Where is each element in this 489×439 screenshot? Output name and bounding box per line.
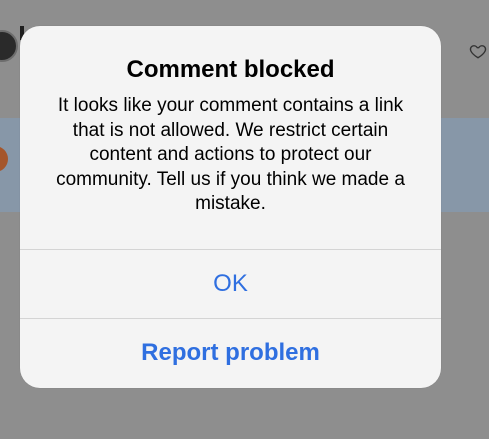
dialog-title: Comment blocked [126, 56, 335, 83]
dialog-message: It looks like your comment contains a li… [56, 95, 405, 214]
report-problem-button[interactable]: Report problem [20, 319, 441, 388]
heart-icon [469, 45, 487, 59]
comment-blocked-dialog: Comment blocked It looks like your comme… [20, 26, 441, 388]
avatar [0, 30, 18, 62]
ok-button[interactable]: OK [20, 250, 441, 318]
